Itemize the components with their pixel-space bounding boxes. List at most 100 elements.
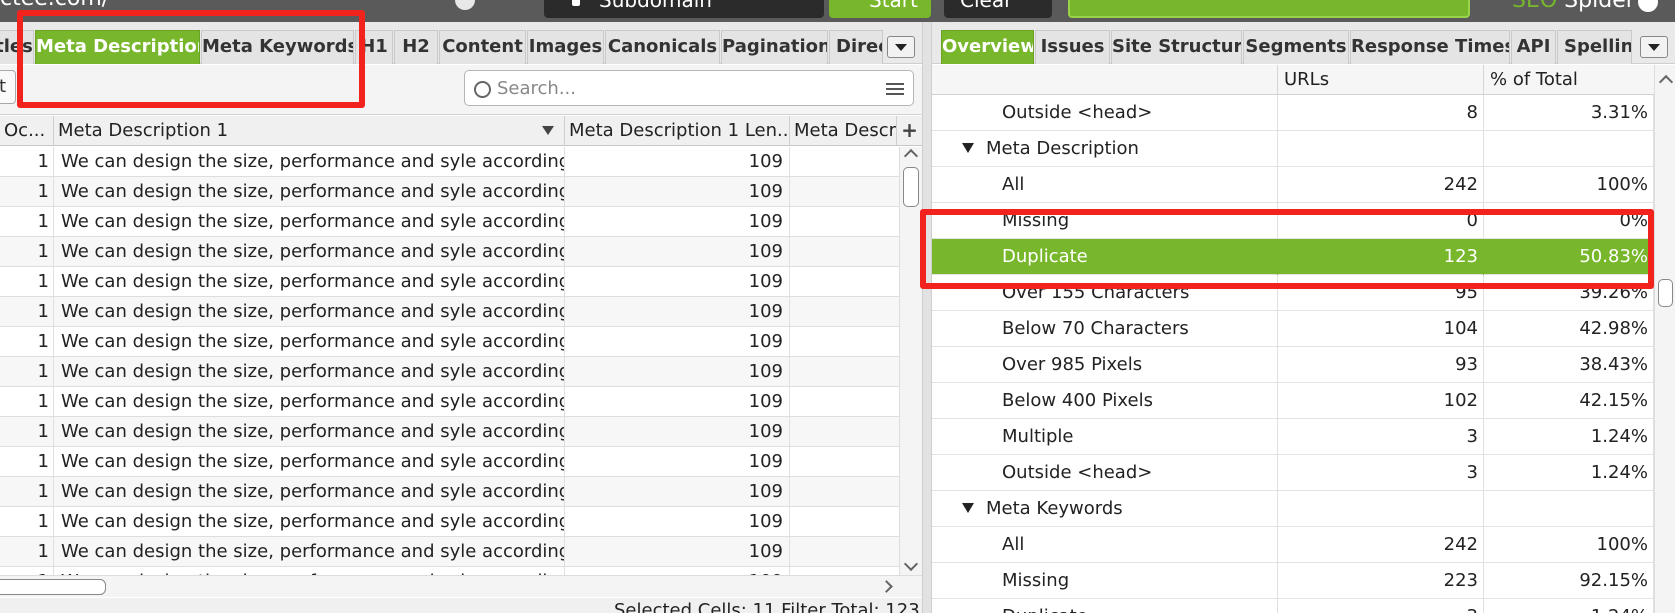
start-button[interactable]: Start	[829, 0, 931, 18]
tab-response-times[interactable]: Response Times	[1350, 30, 1510, 64]
grid-horizontal-scrollbar[interactable]	[0, 575, 922, 597]
scroll-up-icon[interactable]	[903, 148, 919, 164]
column-header-urls[interactable]: URLs	[1278, 65, 1484, 95]
url-field[interactable]: ctee.com/	[0, 0, 109, 11]
tab-canonicals[interactable]: Canonicals	[605, 30, 720, 64]
overview-section-meta-description[interactable]: Meta Description	[932, 131, 1654, 167]
table-row[interactable]: 1 We can design the size, performance an…	[0, 447, 900, 477]
cell-meta-description: We can design the size, performance and …	[54, 297, 565, 327]
column-header-meta-description-length[interactable]: Meta Description 1 Len...	[565, 116, 790, 146]
overview-row[interactable]: Missing 0 0%	[932, 203, 1654, 239]
tab-content[interactable]: Content	[439, 30, 526, 64]
expand-triangle-icon[interactable]	[962, 503, 974, 513]
tab-site-structure[interactable]: Site Structure	[1111, 30, 1242, 64]
gear-icon[interactable]	[455, 0, 475, 10]
tab-meta-description[interactable]: Meta Description	[35, 30, 200, 64]
tab-overview[interactable]: Overview	[941, 30, 1034, 64]
overview-row[interactable]: Duplicate 3 1.24%	[932, 599, 1654, 613]
cell-meta-description: We can design the size, performance and …	[54, 507, 565, 537]
add-column-icon[interactable]: +	[897, 116, 922, 146]
table-row[interactable]: 1 We can design the size, performance an…	[0, 507, 900, 537]
crawl-button[interactable]	[1068, 0, 1470, 18]
table-row[interactable]: 1 We can design the size, performance an…	[0, 537, 900, 567]
table-row[interactable]: 1 We can design the size, performance an…	[0, 357, 900, 387]
left-pane: tles Meta Description Meta Keywords H1 H…	[0, 22, 922, 613]
tab-page-titles[interactable]: tles	[0, 30, 34, 64]
row-urls: 242	[1278, 167, 1484, 203]
table-row[interactable]: 1 We can design the size, performance an…	[0, 387, 900, 417]
cell-meta-description: We can design the size, performance and …	[54, 207, 565, 237]
table-row[interactable]: 1 We can design the size, performance an…	[0, 567, 900, 575]
scroll-thumb[interactable]	[1658, 279, 1673, 307]
overview-row[interactable]: Over 985 Pixels 93 38.43%	[932, 347, 1654, 383]
tab-issues[interactable]: Issues	[1035, 30, 1110, 64]
search-box[interactable]	[464, 70, 914, 106]
overview-row[interactable]: All 242 100%	[932, 527, 1654, 563]
table-row[interactable]: 1 We can design the size, performance an…	[0, 237, 900, 267]
subdomain-dropdown[interactable]: Subdomain	[544, 0, 824, 18]
grid-vertical-scrollbar[interactable]	[899, 147, 922, 575]
scroll-up-icon[interactable]	[1658, 74, 1674, 90]
scroll-thumb[interactable]	[903, 167, 919, 207]
overview-vertical-scrollbar[interactable]	[1654, 65, 1675, 613]
row-percent: 1.24%	[1484, 599, 1654, 613]
overview-row[interactable]: Below 70 Characters 104 42.98%	[932, 311, 1654, 347]
overview-row[interactable]: Multiple 3 1.24%	[932, 419, 1654, 455]
cell-meta-length: 109	[565, 177, 790, 207]
overview-row[interactable]: Outside <head> 3 1.24%	[932, 455, 1654, 491]
table-row[interactable]: 1 We can design the size, performance an…	[0, 267, 900, 297]
row-percent: 100%	[1484, 527, 1654, 563]
row-label: Duplicate	[932, 599, 1278, 613]
scroll-thumb[interactable]	[0, 579, 106, 595]
tab-api[interactable]: API	[1511, 30, 1556, 64]
tab-segments[interactable]: Segments	[1243, 30, 1349, 64]
table-row[interactable]: 1 We can design the size, performance an…	[0, 327, 900, 357]
column-header-meta-description[interactable]: Meta Description 1	[54, 116, 565, 146]
row-urls: 8	[1278, 95, 1484, 131]
table-row[interactable]: 1 We can design the size, performance an…	[0, 297, 900, 327]
tab-pagination[interactable]: Pagination	[721, 30, 828, 64]
pane-splitter[interactable]	[922, 22, 932, 613]
cell-meta-length: 109	[565, 357, 790, 387]
cell-empty	[790, 357, 900, 387]
tab-meta-keywords[interactable]: Meta Keywords	[201, 30, 354, 64]
scroll-down-icon[interactable]	[903, 556, 919, 572]
tab-overflow-chevron-down-icon[interactable]	[887, 36, 915, 58]
column-header-percent-of-total[interactable]: % of Total	[1484, 65, 1654, 95]
brand-spider: Spider	[1557, 0, 1635, 13]
clear-button[interactable]: Clear	[944, 0, 1052, 18]
search-input[interactable]	[497, 74, 857, 102]
tab-h1[interactable]: H1	[355, 30, 393, 64]
row-percent: 0%	[1484, 203, 1654, 239]
overview-row[interactable]: Missing 223 92.15%	[932, 563, 1654, 599]
cell-meta-description: We can design the size, performance and …	[54, 567, 565, 575]
expand-triangle-icon[interactable]	[962, 143, 974, 153]
overview-row[interactable]: Over 155 Characters 95 39.26%	[932, 275, 1654, 311]
overview-row[interactable]: All 242 100%	[932, 167, 1654, 203]
tab-h2[interactable]: H2	[394, 30, 438, 64]
overview-row[interactable]: Below 400 Pixels 102 42.15%	[932, 383, 1654, 419]
row-label: Missing	[932, 203, 1278, 239]
column-header-meta-description-2[interactable]: Meta Descrip	[790, 116, 897, 146]
filter-sliders-icon[interactable]	[886, 80, 904, 98]
row-percent: 3.31%	[1484, 95, 1654, 131]
tab-spelling[interactable]: Spelling	[1557, 30, 1632, 64]
tab-images[interactable]: Images	[527, 30, 604, 64]
cell-meta-description: We can design the size, performance and …	[54, 447, 565, 477]
table-row[interactable]: 1 We can design the size, performance an…	[0, 147, 900, 177]
column-header-occurrences[interactable]: Oc...	[0, 116, 54, 146]
table-row[interactable]: 1 We can design the size, performance an…	[0, 477, 900, 507]
table-row[interactable]: 1 We can design the size, performance an…	[0, 417, 900, 447]
overview-row-selected[interactable]: Duplicate 123 50.83%	[932, 239, 1654, 275]
overview-row[interactable]: Outside <head> 8 3.31%	[932, 95, 1654, 131]
table-row[interactable]: 1 We can design the size, performance an…	[0, 207, 900, 237]
export-button[interactable]: t	[0, 70, 16, 104]
cell-meta-length: 109	[565, 447, 790, 477]
overview-section-meta-keywords[interactable]: Meta Keywords	[932, 491, 1654, 527]
table-row[interactable]: 1 We can design the size, performance an…	[0, 177, 900, 207]
help-icon[interactable]	[1638, 0, 1658, 12]
tab-directives[interactable]: Direc	[829, 30, 883, 64]
cell-empty	[790, 507, 900, 537]
tab-overflow-chevron-down-icon[interactable]	[1640, 36, 1668, 58]
scroll-right-icon[interactable]	[880, 580, 893, 593]
